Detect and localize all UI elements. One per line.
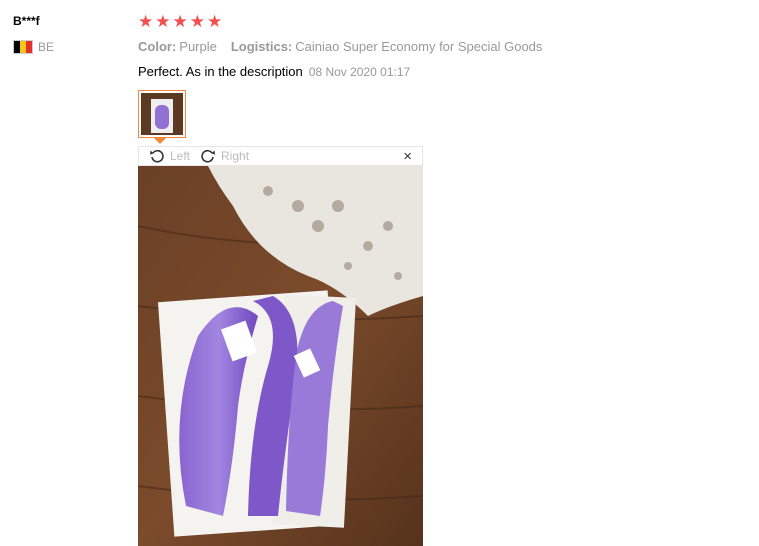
review-photo-image [138, 166, 423, 546]
rotate-right-label: Right [221, 149, 250, 163]
feedback-date: 08 Nov 2020 01:17 [308, 65, 411, 79]
sku-color-title: Color: [138, 39, 177, 54]
sku-info: Color: Purple Logistics: Cainiao Super Eco… [138, 39, 542, 54]
rating-stars: ★ ★ ★ ★ ★ [138, 12, 222, 32]
feedback-text: Perfect. As in the description [138, 64, 303, 79]
rotate-left-label: Left [170, 149, 191, 163]
rotate-right-button[interactable]: Right [200, 149, 249, 163]
star-icon: ★ [189, 12, 205, 31]
thumbnail-image [141, 93, 183, 135]
sku-logistics-value: Cainiao Super Economy for Special Goods [295, 39, 543, 54]
belgium-flag-icon [13, 40, 33, 54]
country-code: BE [38, 40, 55, 54]
rotate-left-icon [150, 149, 164, 163]
review-photo [138, 166, 423, 546]
sku-logistics-title: Logistics: [230, 39, 293, 54]
sku-logistics: Logistics: Cainiao Super Economy for Spec… [231, 39, 543, 54]
close-viewer-button[interactable]: × [403, 148, 412, 166]
star-icon: ★ [138, 12, 154, 31]
star-icon: ★ [172, 12, 188, 31]
star-icon: ★ [207, 12, 223, 31]
review-card: B***f BE ★ ★ ★ ★ ★ Color: Purple Logistic… [0, 0, 759, 546]
photo-thumbnail[interactable] [138, 90, 186, 138]
image-viewer-toolbar: Left Right × [138, 146, 423, 166]
sku-color: Color: Purple [138, 39, 217, 54]
user-name: B***f [13, 14, 40, 28]
rotate-left-button[interactable]: Left [149, 149, 190, 163]
rotate-right-icon [201, 149, 216, 163]
star-icon: ★ [155, 12, 171, 31]
feedback: Perfect. As in the description 08 Nov 202… [138, 64, 410, 79]
thumbnail-active-caret [154, 138, 166, 144]
user-country: BE [13, 40, 54, 54]
sku-color-value: Purple [179, 39, 217, 54]
